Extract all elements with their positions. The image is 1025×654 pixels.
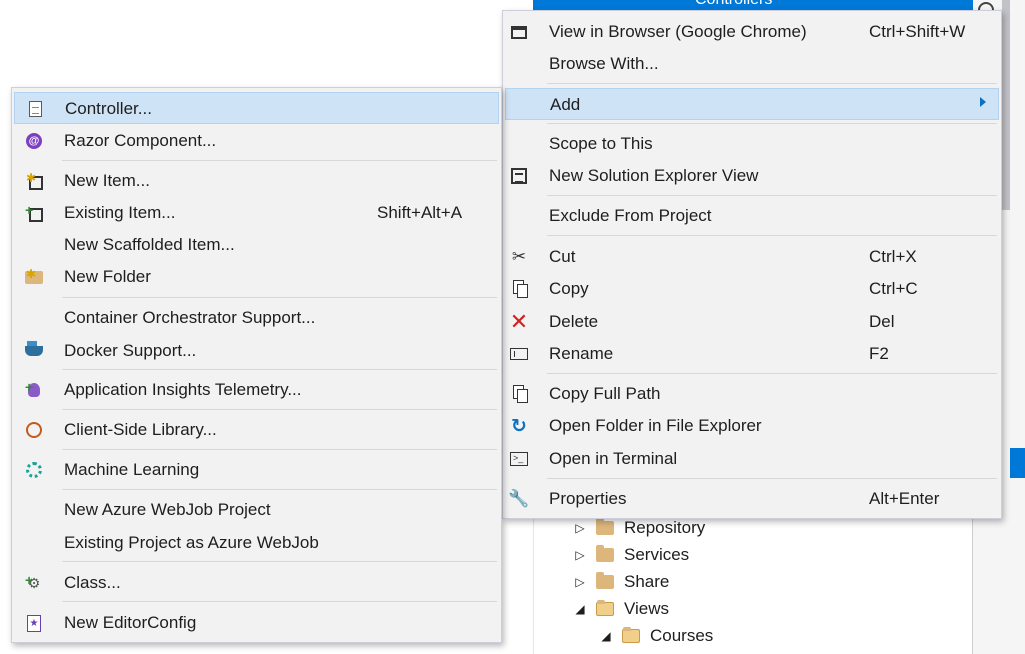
tree-item-services[interactable]: ▷ Services bbox=[570, 542, 689, 568]
menu-separator bbox=[547, 83, 997, 84]
menu-item-new-azure-webjob-project[interactable]: New Azure WebJob Project bbox=[14, 494, 499, 526]
menu-separator bbox=[547, 478, 997, 479]
folder-icon bbox=[596, 545, 614, 562]
menu-item-exclude-from-project[interactable]: Exclude From Project bbox=[505, 200, 999, 232]
menu-item-client-side-library[interactable]: Client-Side Library... bbox=[14, 414, 499, 446]
solution-explorer-view-icon bbox=[509, 166, 529, 186]
menu-item-properties[interactable]: 🔧 Properties Alt+Enter bbox=[505, 483, 999, 515]
scissors-icon: ✂ bbox=[511, 247, 527, 266]
wrench-icon: 🔧 bbox=[508, 489, 530, 508]
tree-item-share[interactable]: ▷ Share bbox=[570, 569, 669, 595]
context-menu: View in Browser (Google Chrome) Ctrl+Shi… bbox=[502, 10, 1002, 519]
menu-item-view-in-browser[interactable]: View in Browser (Google Chrome) Ctrl+Shi… bbox=[505, 16, 999, 48]
tree-item-label: Controllers bbox=[695, 0, 772, 9]
folder-icon bbox=[596, 572, 614, 589]
menu-item-existing-item[interactable]: + Existing Item... Shift+Alt+A bbox=[14, 197, 499, 229]
menu-item-copy-full-path[interactable]: Copy Full Path bbox=[505, 378, 999, 410]
menu-item-class[interactable]: + ⚙ Class... bbox=[14, 567, 499, 599]
tree-item-label: Services bbox=[624, 545, 690, 564]
menu-item-new-item[interactable]: ✱ New Item... bbox=[14, 165, 499, 197]
menu-item-application-insights-telemetry[interactable]: + Application Insights Telemetry... bbox=[14, 374, 499, 406]
tree-item-views[interactable]: ◢ Views bbox=[570, 596, 669, 622]
tree-item-courses[interactable]: ◢ Courses bbox=[596, 623, 713, 649]
client-library-globe-icon bbox=[24, 420, 44, 440]
menu-separator bbox=[547, 195, 997, 196]
menu-separator bbox=[62, 297, 497, 298]
tree-item-label: Views bbox=[624, 599, 670, 618]
menu-separator bbox=[547, 373, 997, 374]
folder-icon bbox=[596, 518, 614, 535]
app-insights-icon: + bbox=[24, 380, 44, 400]
new-item-icon: ✱ bbox=[24, 171, 44, 191]
menu-item-copy[interactable]: Copy Ctrl+C bbox=[505, 273, 999, 305]
scrollbar-thumb[interactable] bbox=[1002, 0, 1010, 210]
menu-item-scope-to-this[interactable]: Scope to This bbox=[505, 128, 999, 160]
tree-item-label: Repository bbox=[624, 518, 706, 537]
menu-item-new-editorconfig[interactable]: ★ New EditorConfig bbox=[14, 607, 499, 639]
copy-icon bbox=[509, 279, 529, 299]
menu-item-rename[interactable]: Rename F2 bbox=[505, 338, 999, 370]
menu-item-existing-project-as-azure-webjob[interactable]: Existing Project as Azure WebJob bbox=[14, 527, 499, 559]
menu-item-delete[interactable]: ✕ Delete Del bbox=[505, 306, 999, 338]
existing-item-icon: + bbox=[24, 203, 44, 223]
menu-separator bbox=[62, 160, 497, 161]
menu-item-razor-component[interactable]: @ Razor Component... bbox=[14, 125, 499, 157]
menu-separator bbox=[547, 235, 997, 236]
submenu-arrow-icon bbox=[980, 97, 986, 107]
copy-path-icon bbox=[509, 384, 529, 404]
expand-arrow-icon[interactable]: ▷ bbox=[570, 575, 590, 589]
menu-item-cut[interactable]: ✂ Cut Ctrl+X bbox=[505, 241, 999, 273]
terminal-icon: >_ bbox=[509, 449, 529, 469]
delete-x-icon: ✕ bbox=[509, 309, 529, 334]
open-folder-arrow-icon: ↻ bbox=[511, 415, 527, 437]
tree-item-label: Courses bbox=[650, 626, 714, 645]
side-tab-indicator[interactable] bbox=[1010, 448, 1025, 478]
menu-separator bbox=[62, 369, 497, 370]
add-submenu: Controller... @ Razor Component... ✱ New… bbox=[11, 87, 502, 643]
menu-item-machine-learning[interactable]: Machine Learning bbox=[14, 454, 499, 486]
menu-item-open-folder-in-file-explorer[interactable]: ↻ Open Folder in File Explorer bbox=[505, 410, 999, 442]
class-icon: + ⚙ bbox=[25, 572, 41, 591]
menu-item-new-solution-explorer-view[interactable]: New Solution Explorer View bbox=[505, 160, 999, 192]
menu-separator bbox=[62, 601, 497, 602]
open-folder-icon bbox=[596, 600, 614, 616]
browser-icon bbox=[509, 22, 529, 42]
menu-separator bbox=[62, 449, 497, 450]
menu-separator bbox=[62, 409, 497, 410]
editorconfig-icon: ★ bbox=[24, 613, 44, 633]
controller-file-icon bbox=[25, 99, 45, 119]
new-folder-icon: ✱ bbox=[24, 267, 44, 287]
razor-icon: @ bbox=[24, 131, 44, 151]
menu-item-add[interactable]: Add bbox=[505, 88, 999, 120]
collapse-arrow-icon[interactable]: ◢ bbox=[570, 602, 590, 616]
tree-item-label: Share bbox=[624, 572, 670, 591]
menu-separator bbox=[547, 123, 997, 124]
menu-item-container-orchestrator-support[interactable]: Container Orchestrator Support... bbox=[14, 302, 499, 334]
rename-icon bbox=[509, 344, 529, 364]
ide-window: Controllers ▷ Repository ▷ Services ▷ Sh… bbox=[0, 0, 1025, 654]
machine-learning-gear-icon bbox=[24, 460, 44, 480]
menu-item-new-folder[interactable]: ✱ New Folder bbox=[14, 261, 499, 293]
docker-icon bbox=[24, 341, 44, 361]
menu-separator bbox=[62, 561, 497, 562]
menu-item-open-in-terminal[interactable]: >_ Open in Terminal bbox=[505, 443, 999, 475]
menu-item-controller[interactable]: Controller... bbox=[14, 92, 499, 124]
expand-arrow-icon[interactable]: ▷ bbox=[570, 548, 590, 562]
open-folder-icon bbox=[622, 627, 640, 643]
menu-item-new-scaffolded-item[interactable]: New Scaffolded Item... bbox=[14, 229, 499, 261]
menu-item-docker-support[interactable]: Docker Support... bbox=[14, 335, 499, 367]
menu-item-browse-with[interactable]: Browse With... bbox=[505, 48, 999, 80]
collapse-arrow-icon[interactable]: ◢ bbox=[596, 629, 616, 643]
expand-arrow-icon[interactable]: ▷ bbox=[570, 521, 590, 535]
menu-separator bbox=[62, 489, 497, 490]
